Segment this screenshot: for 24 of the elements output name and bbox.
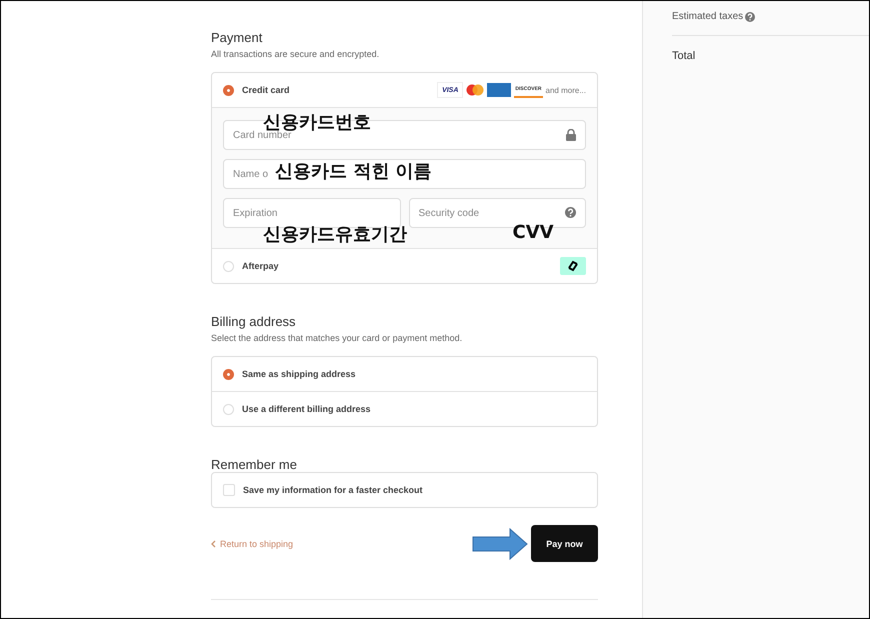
annotation-text: 신용카드 적힌 이름 bbox=[275, 160, 432, 183]
checkbox[interactable] bbox=[223, 484, 235, 496]
checkbox-label[interactable]: Save my information for a faster checkout bbox=[243, 485, 423, 495]
address-option[interactable]: Same as shipping address bbox=[242, 369, 356, 379]
afterpay-logo-icon bbox=[560, 257, 586, 275]
total-label: Total bbox=[672, 50, 696, 62]
help-icon bbox=[565, 207, 576, 218]
more-text: and more... bbox=[546, 86, 586, 94]
section-title: Billing address bbox=[211, 314, 297, 329]
amex-logo bbox=[487, 83, 512, 97]
section-title: Payment bbox=[211, 30, 264, 45]
chevron-left-icon bbox=[211, 540, 216, 548]
payment-option[interactable]: Afterpay bbox=[242, 261, 279, 271]
section-subtitle: Select the address that matches your card or payment method. bbox=[211, 333, 464, 343]
mastercard-logo bbox=[466, 83, 484, 97]
summary-label: Estimated taxes bbox=[672, 11, 744, 22]
section-subtitle: All transactions are secure and encrypted. bbox=[211, 49, 380, 59]
address-option[interactable]: Use a different billing address bbox=[242, 404, 371, 414]
radio-button[interactable] bbox=[223, 84, 234, 96]
section-title: Remember me bbox=[211, 457, 298, 472]
lock-icon bbox=[566, 129, 576, 141]
pay-now-button[interactable]: Pay now bbox=[531, 525, 598, 562]
payment-option[interactable]: Credit card bbox=[242, 85, 290, 95]
radio-button[interactable] bbox=[223, 368, 234, 380]
